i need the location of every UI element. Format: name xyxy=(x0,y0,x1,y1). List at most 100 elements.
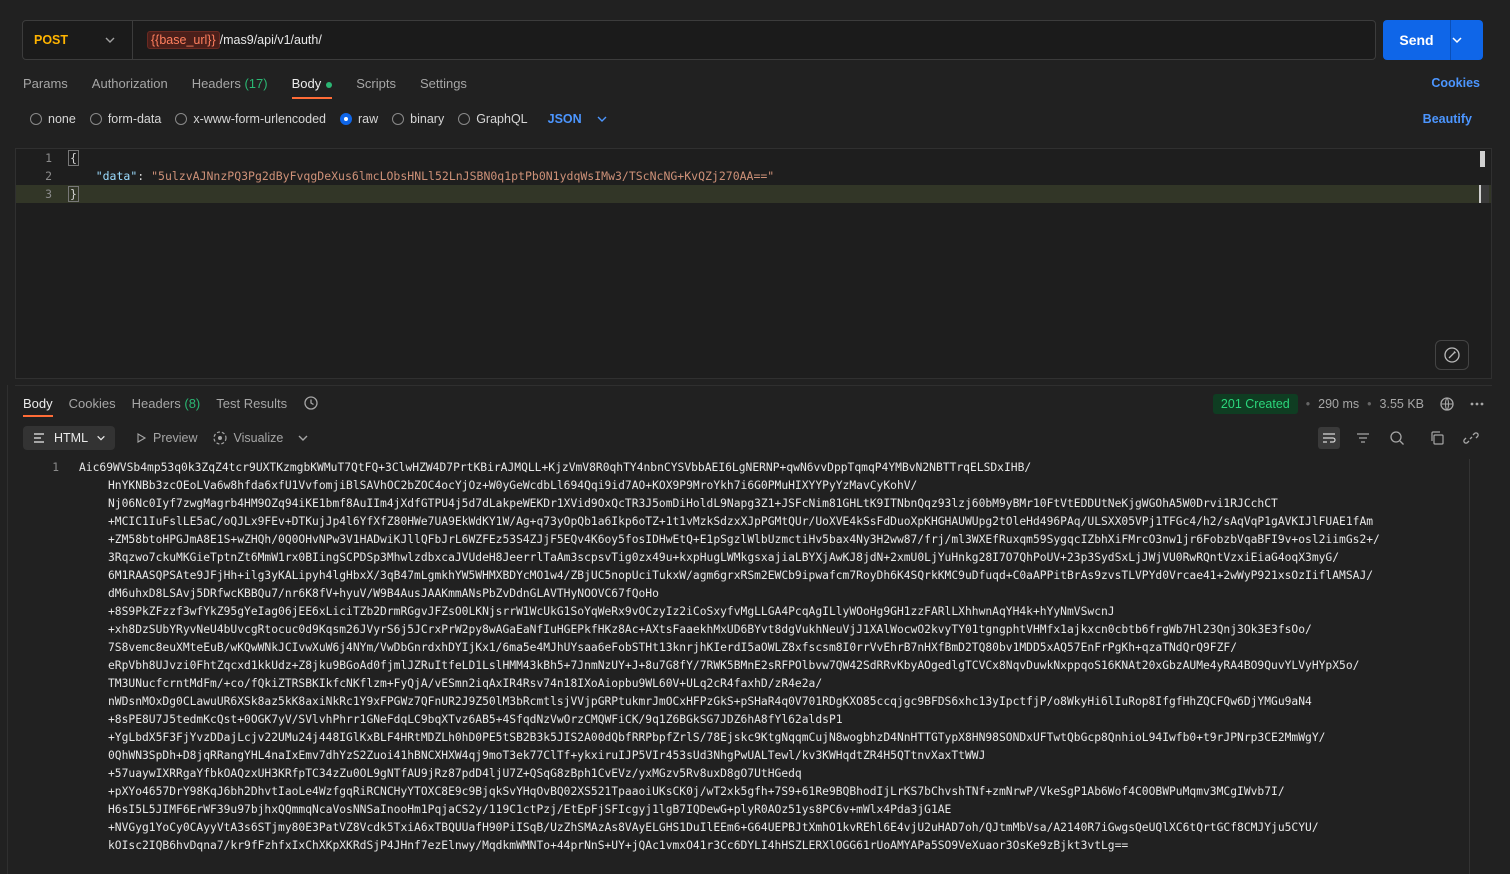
search-button[interactable] xyxy=(1386,427,1408,449)
body-modified-dot xyxy=(326,81,333,88)
divider xyxy=(7,385,8,874)
chevron-down-icon xyxy=(298,435,308,441)
response-line: Aic69WVSb4mp53q0k3ZqZ4tcr9UXTKzmgbKWMuT7… xyxy=(79,461,1032,474)
radio-circle xyxy=(392,113,405,125)
body-type-selector: none form-data x-www-form-urlencoded raw… xyxy=(30,112,608,126)
response-line: TM3UNucfcrntMdFm/+co/fQkiZTRSBKIkfcNKflz… xyxy=(108,677,823,690)
tab-response-headers[interactable]: Headers (8) xyxy=(132,396,201,417)
sparkle-icon xyxy=(1444,347,1460,363)
filter-button[interactable] xyxy=(1352,427,1374,449)
send-button-group: Send xyxy=(1383,20,1483,60)
line-number: 1 xyxy=(45,151,52,165)
editor-scrollbar-thumb[interactable] xyxy=(1479,185,1489,203)
url-bar: POST {{base_url}} /mas9/api/v1/auth/ xyxy=(22,20,1376,60)
tab-params[interactable]: Params xyxy=(23,76,68,99)
copy-button[interactable] xyxy=(1426,427,1448,449)
tab-body[interactable]: Body xyxy=(291,76,333,99)
wrap-lines-button[interactable] xyxy=(1318,427,1340,449)
line-number: 2 xyxy=(45,169,52,183)
radio-graphql[interactable]: GraphQL xyxy=(458,112,528,126)
method-select[interactable]: POST xyxy=(23,21,133,59)
editor-line: 1 { xyxy=(16,149,1491,167)
send-button[interactable]: Send xyxy=(1383,20,1451,60)
response-line: 7S8vemc8euXMteEuB/wKQwWNkJCIvwXuW6j4NYm/… xyxy=(108,641,1238,654)
response-line: 0QhWN3SpDh+D8jqRRangYHL4naIxEmv7dhYzS2Zu… xyxy=(108,749,986,762)
more-options-button[interactable] xyxy=(1466,393,1488,415)
body-language-select[interactable]: JSON xyxy=(548,112,608,126)
copy-icon xyxy=(1431,431,1444,445)
response-line: +57uaywIXRRgaYfbkOAQzxUH3KRfpTC34zZu0OL9… xyxy=(108,767,802,780)
response-size[interactable]: 3.55 KB xyxy=(1380,397,1424,411)
response-line: +ZM58btoHPGJmA8E1S+wZHQh/0Q0OHvNPw3V1HAD… xyxy=(108,533,1380,546)
tab-response-cookies[interactable]: Cookies xyxy=(69,396,116,417)
line-number: 1 xyxy=(52,461,59,474)
send-options-button[interactable] xyxy=(1451,34,1483,46)
view-format-select[interactable]: HTML xyxy=(23,426,116,450)
radio-circle xyxy=(30,113,42,125)
json-value: "5ulzvAJNnzPQ3Pg2dByFvqgDeXus6lmcLObsHNL… xyxy=(151,169,775,183)
response-line: 3Rqzwo7ckuMKGieTptnZt6MmW1rx0BIingSCPDSp… xyxy=(108,551,1340,564)
url-variable[interactable]: {{base_url}} xyxy=(147,31,220,49)
play-icon xyxy=(137,433,147,443)
cookies-link[interactable]: Cookies xyxy=(1431,76,1480,90)
url-input[interactable]: {{base_url}} /mas9/api/v1/auth/ xyxy=(133,31,322,49)
filter-icon xyxy=(1357,433,1369,443)
tab-settings[interactable]: Settings xyxy=(420,76,467,99)
tab-headers[interactable]: Headers (17) xyxy=(192,76,268,99)
preview-button[interactable]: Preview xyxy=(135,431,198,445)
close-brace: } xyxy=(68,186,79,202)
postman-window: POST {{base_url}} /mas9/api/v1/auth/ Sen… xyxy=(0,0,1510,874)
tab-response-body[interactable]: Body xyxy=(23,396,53,417)
response-line: dM6uhxD8LSAvj5DRfwcKBBQu7/nr6K8fV+hyuV/W… xyxy=(108,587,659,600)
response-line: H6sI5L5JIMF6ErWF39u97bjhxQQmmqNcaVosNNSa… xyxy=(108,803,952,816)
headers-count: (17) xyxy=(244,76,268,91)
response-line: Nj06Nc0Iyf7zwgMagrb4HM9OZq94iKE1bmf8AuII… xyxy=(108,497,1278,510)
divider xyxy=(15,385,1492,386)
more-horizontal-icon xyxy=(1470,402,1484,406)
radio-circle xyxy=(175,113,188,125)
globe-icon xyxy=(1440,397,1454,411)
radio-circle xyxy=(458,113,471,125)
editor-line-current: 3 } xyxy=(16,185,1491,203)
ai-assist-button[interactable] xyxy=(1435,340,1469,370)
editor-scrollbar-marker[interactable] xyxy=(1480,151,1485,167)
response-line: +pXYo4657DrY98KqJ6bh2DhvtIaoLe4WzfgqRiRC… xyxy=(108,785,1285,798)
tab-authorization[interactable]: Authorization xyxy=(92,76,168,99)
status-badge[interactable]: 201 Created xyxy=(1212,394,1298,414)
response-tabs: Body Cookies Headers (8) Test Results xyxy=(23,395,319,417)
divider xyxy=(1469,459,1470,874)
visualize-icon xyxy=(212,431,227,445)
url-path: /mas9/api/v1/auth/ xyxy=(219,33,322,47)
response-body-output[interactable]: 1 Aic69WVSb4mp53q0k3ZqZ4tcr9UXTKzmgbKWMu… xyxy=(15,459,1470,874)
chevron-down-icon xyxy=(104,34,116,46)
network-button[interactable] xyxy=(1436,393,1458,415)
radio-form-data[interactable]: form-data xyxy=(89,112,161,126)
beautify-button[interactable]: Beautify xyxy=(1423,112,1472,126)
link-icon xyxy=(1463,432,1479,444)
radio-none[interactable]: none xyxy=(30,112,76,126)
method-label: POST xyxy=(34,33,69,47)
json-key: "data" xyxy=(95,169,138,183)
history-button[interactable] xyxy=(303,395,319,417)
radio-urlencoded[interactable]: x-www-form-urlencoded xyxy=(175,112,326,126)
response-time[interactable]: 290 ms xyxy=(1318,397,1359,411)
line-number: 3 xyxy=(45,187,52,201)
radio-binary[interactable]: binary xyxy=(392,112,444,126)
search-icon xyxy=(1390,431,1404,445)
chevron-down-icon xyxy=(597,116,607,122)
tab-scripts[interactable]: Scripts xyxy=(356,76,396,99)
body-editor[interactable]: 1 { 2 "data": "5ulzvAJNnzPQ3Pg2dByFvqgDe… xyxy=(15,148,1492,379)
link-button[interactable] xyxy=(1460,427,1482,449)
editor-line: 2 "data": "5ulzvAJNnzPQ3Pg2dByFvqgDeXus6… xyxy=(16,167,1491,185)
visualize-button[interactable]: Visualize xyxy=(212,430,283,446)
response-line: +YgLbdX5F3FjYvzDDajLcjv22UMu24j448IGlKxB… xyxy=(108,731,1326,744)
radio-circle xyxy=(89,113,102,125)
response-line: +MCIC1IuFslLE5aC/oQJLx9FEv+DTKujJp4l6YfX… xyxy=(108,515,1374,528)
format-icon xyxy=(34,433,44,443)
tab-test-results[interactable]: Test Results xyxy=(216,396,287,417)
chevron-down-icon xyxy=(97,435,105,441)
response-meta: 201 Created • 290 ms • 3.55 KB xyxy=(1212,393,1488,415)
radio-raw[interactable]: raw xyxy=(340,112,378,126)
visualize-options-button[interactable] xyxy=(297,432,309,444)
response-text: Aic69WVSb4mp53q0k3ZqZ4tcr9UXTKzmgbKWMuT7… xyxy=(79,459,1470,855)
